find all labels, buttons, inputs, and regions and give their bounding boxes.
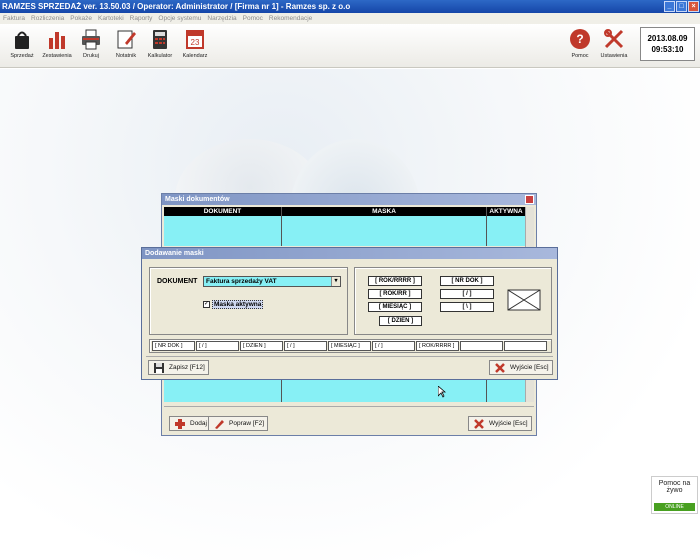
floppy-disk-icon (153, 362, 165, 374)
masks-grid: DOKUMENT MASKA AKTYWNA (164, 207, 526, 246)
tag-nr-dok[interactable]: [ NR DOK ] (440, 276, 494, 286)
plus-icon (174, 418, 186, 430)
mask-cell[interactable]: [ ROK/RRRR ] (416, 341, 459, 351)
masks-dialog-close-button[interactable] (525, 195, 534, 204)
menu-pomoc[interactable]: Pomoc (243, 13, 263, 24)
live-help-label-2: żywo (666, 487, 683, 494)
menu-raporty[interactable]: Raporty (130, 13, 153, 24)
table-row[interactable] (164, 380, 526, 402)
tag-rok-rr[interactable]: [ ROK/RR ] (368, 289, 422, 299)
tag-slash[interactable]: [ / ] (440, 289, 494, 299)
live-help-label-1: Pomoc na (658, 480, 691, 487)
column-header-dokument[interactable]: DOKUMENT (164, 207, 282, 216)
masks-grid-bottom (164, 380, 526, 402)
toolbar-kalkulator-button[interactable]: Kalkulator (140, 28, 180, 59)
pencil-icon (213, 418, 225, 430)
tag-backslash[interactable]: [ \ ] (440, 302, 494, 312)
clock: 2013.08.09 09:53:10 (640, 27, 695, 61)
toolbar-sprzedaz-button[interactable]: Sprzedaż (2, 28, 42, 59)
column-header-aktywna[interactable]: AKTYWNA (487, 207, 526, 216)
mask-builder-row: [ NR DOK ] [ / ] [ DZIEN ] [ / ] [ MIESI… (149, 339, 552, 353)
document-panel: DOKUMENT Faktura sprzedaży VAT ▾ ✓ Maska… (149, 267, 348, 335)
tag-rok-rrrr[interactable]: [ ROK/RRRR ] (368, 276, 422, 286)
menu-narzedzia[interactable]: Narzędzia (207, 13, 236, 24)
menu-faktura[interactable]: Faktura (3, 13, 25, 24)
calendar-icon: 23 (184, 28, 206, 50)
shopping-bag-icon (11, 28, 33, 50)
mask-cell[interactable] (504, 341, 547, 351)
mask-cell[interactable]: [ / ] (196, 341, 239, 351)
printer-icon (80, 28, 102, 50)
live-help-widget[interactable]: Pomoc na żywo ONLINE (651, 476, 698, 514)
mask-cell[interactable]: [ / ] (284, 341, 327, 351)
window-title-bar: RAMZES SPRZEDAŻ ver. 13.50.03 / Operator… (0, 0, 700, 13)
app-name: RAMZES SPRZEDAŻ ver. 13.50.03 / (2, 2, 135, 11)
notepad-icon (115, 28, 137, 50)
tag-dzien[interactable]: [ DZIEN ] (379, 316, 422, 326)
chevron-down-icon[interactable]: ▾ (331, 277, 340, 286)
toolbar: Sprzedaż Zestawienia Drukuj Notatnik Kal… (0, 24, 700, 68)
menu-rekomendacje[interactable]: Rekomendacje (269, 13, 312, 24)
zapisz-button[interactable]: Zapisz [F12] (148, 360, 209, 375)
mask-cell[interactable]: [ NR DOK ] (152, 341, 195, 351)
menu-pokaze[interactable]: Pokaże (70, 13, 92, 24)
popraw-button[interactable]: Popraw [F2] (208, 416, 269, 431)
calculator-icon (149, 28, 171, 50)
add-mask-dialog: Dodawanie maski DOKUMENT Faktura sprzeda… (141, 247, 558, 380)
maska-aktywna-label: Maska aktywna (212, 300, 264, 309)
svg-text:23: 23 (191, 38, 200, 47)
table-row[interactable] (164, 216, 526, 246)
close-button[interactable]: × (688, 1, 699, 12)
clock-time: 09:53:10 (651, 45, 684, 54)
toolbar-drukuj-button[interactable]: Drukuj (71, 28, 111, 59)
close-x-icon (473, 418, 485, 430)
masks-grid-header: DOKUMENT MASKA AKTYWNA (164, 207, 526, 216)
tag-miesiac[interactable]: [ MIESIĄC ] (368, 302, 422, 312)
online-status-badge: ONLINE (654, 503, 695, 511)
maximize-button[interactable]: □ (676, 1, 687, 12)
dokument-select[interactable]: Faktura sprzedaży VAT ▾ (203, 276, 341, 287)
minimize-button[interactable]: _ (664, 1, 675, 12)
maska-aktywna-checkbox[interactable]: ✓ (203, 301, 210, 308)
bar-chart-icon (46, 28, 68, 50)
add-wyjscie-button[interactable]: Wyjście [Esc] (489, 360, 553, 375)
mask-cell[interactable]: [ / ] (372, 341, 415, 351)
masks-dialog-title: Maski dokumentów (162, 194, 536, 205)
close-x-icon (494, 362, 506, 374)
column-header-maska[interactable]: MASKA (282, 207, 487, 216)
operator-label: Operator: Administrator / (137, 2, 233, 11)
menu-bar: Faktura Rozliczenia Pokaże Kartoteki Rap… (0, 13, 700, 24)
masks-wyjscie-button[interactable]: Wyjście [Esc] (468, 416, 532, 431)
envelope-icon[interactable] (507, 289, 541, 311)
help-icon: ? (569, 28, 591, 50)
toolbar-ustawienia-button[interactable]: Ustawienia (594, 28, 634, 59)
add-mask-dialog-title: Dodawanie maski (142, 248, 557, 259)
menu-kartoteki[interactable]: Kartoteki (98, 13, 124, 24)
firm-label: [Firma nr 1] - Ramzes sp. z o.o (234, 2, 351, 11)
mask-cell[interactable]: [ MIESIĄC ] (328, 341, 371, 351)
menu-opcje-systemu[interactable]: Opcje systemu (158, 13, 201, 24)
menu-rozliczenia[interactable]: Rozliczenia (31, 13, 64, 24)
tools-icon (603, 28, 625, 50)
tags-panel: [ ROK/RRRR ] [ ROK/RR ] [ MIESIĄC ] [ DZ… (354, 267, 552, 335)
mouse-cursor-icon (437, 385, 447, 398)
svg-text:?: ? (576, 32, 583, 46)
toolbar-kalendarz-button[interactable]: 23 Kalendarz (175, 28, 215, 59)
dokument-label: DOKUMENT (157, 278, 198, 285)
mask-cell[interactable] (460, 341, 503, 351)
mask-cell[interactable]: [ DZIEN ] (240, 341, 283, 351)
clock-date: 2013.08.09 (647, 34, 688, 43)
